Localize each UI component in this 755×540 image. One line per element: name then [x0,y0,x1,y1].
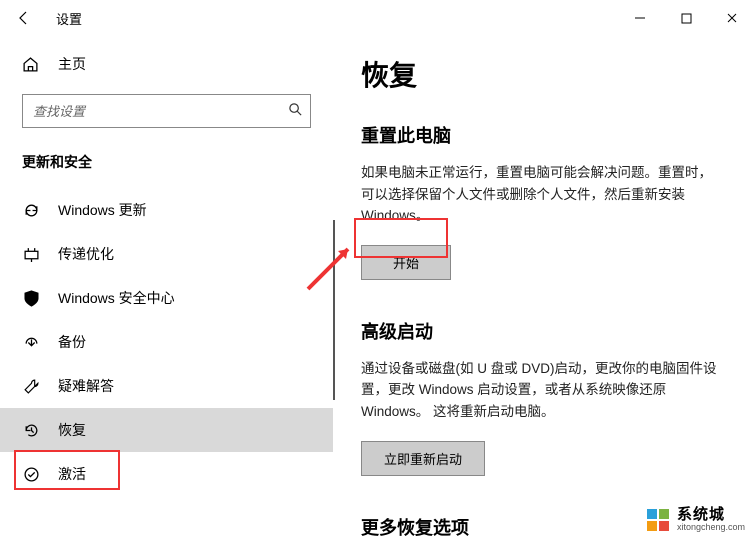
history-icon [22,422,40,439]
sidebar-item-label: Windows 更新 [58,200,147,220]
sidebar-item-windows-security[interactable]: Windows 安全中心 [0,276,333,320]
advanced-restart-button[interactable]: 立即重新启动 [361,441,485,476]
scroll-indicator [333,220,335,400]
watermark: 系统城 xitongcheng.com [647,507,745,533]
sidebar-item-activation[interactable]: 激活 [0,452,333,496]
sidebar-home[interactable]: 主页 [0,44,333,84]
maximize-button[interactable] [663,2,709,34]
sidebar-section-header: 更新和安全 [0,146,333,188]
reset-heading: 重置此电脑 [361,122,725,148]
back-button[interactable] [8,2,40,34]
sidebar-item-label: 恢复 [58,420,86,440]
minimize-icon [634,12,646,24]
sidebar-item-recovery[interactable]: 恢复 [0,408,333,452]
close-button[interactable] [709,2,755,34]
activation-icon [22,466,40,483]
search-input[interactable] [22,94,311,128]
reset-start-button[interactable]: 开始 [361,245,451,280]
window-title: 设置 [56,9,82,28]
titlebar: 设置 [0,0,755,36]
sidebar: 主页 更新和安全 Windows 更新 传递优化 Windows 安全中心 备份… [0,36,333,539]
sidebar-item-delivery-optimization[interactable]: 传递优化 [0,232,333,276]
sidebar-item-label: 疑难解答 [58,376,114,396]
close-icon [726,12,738,24]
sidebar-item-label: 激活 [58,464,86,484]
search-icon [288,102,303,120]
home-icon [22,56,40,73]
page-title: 恢复 [361,54,725,94]
backup-icon [22,334,40,351]
watermark-url: xitongcheng.com [677,523,745,533]
sidebar-item-label: Windows 安全中心 [58,288,175,308]
maximize-icon [681,13,692,24]
sidebar-item-windows-update[interactable]: Windows 更新 [0,188,333,232]
sidebar-item-label: 备份 [58,332,86,352]
sidebar-item-label: 传递优化 [58,244,114,264]
arrow-left-icon [16,10,32,26]
minimize-button[interactable] [617,2,663,34]
sidebar-home-label: 主页 [58,54,86,74]
wrench-icon [22,378,40,395]
sidebar-item-troubleshoot[interactable]: 疑难解答 [0,364,333,408]
sync-icon [22,202,40,219]
main-panel: 恢复 重置此电脑 如果电脑未正常运行，重置电脑可能会解决问题。重置时，可以选择保… [333,36,755,539]
reset-body: 如果电脑未正常运行，重置电脑可能会解决问题。重置时，可以选择保留个人文件或删除个… [361,162,725,227]
shield-icon [22,290,40,307]
delivery-icon [22,246,40,263]
watermark-logo [647,509,671,531]
watermark-name: 系统城 [677,507,745,524]
advanced-heading: 高级启动 [361,318,725,344]
sidebar-item-backup[interactable]: 备份 [0,320,333,364]
search-wrap [22,94,311,128]
advanced-body: 通过设备或磁盘(如 U 盘或 DVD)启动，更改你的电脑固件设置，更改 Wind… [361,358,725,423]
advanced-section: 高级启动 通过设备或磁盘(如 U 盘或 DVD)启动，更改你的电脑固件设置，更改… [361,318,725,476]
reset-section: 重置此电脑 如果电脑未正常运行，重置电脑可能会解决问题。重置时，可以选择保留个人… [361,122,725,280]
